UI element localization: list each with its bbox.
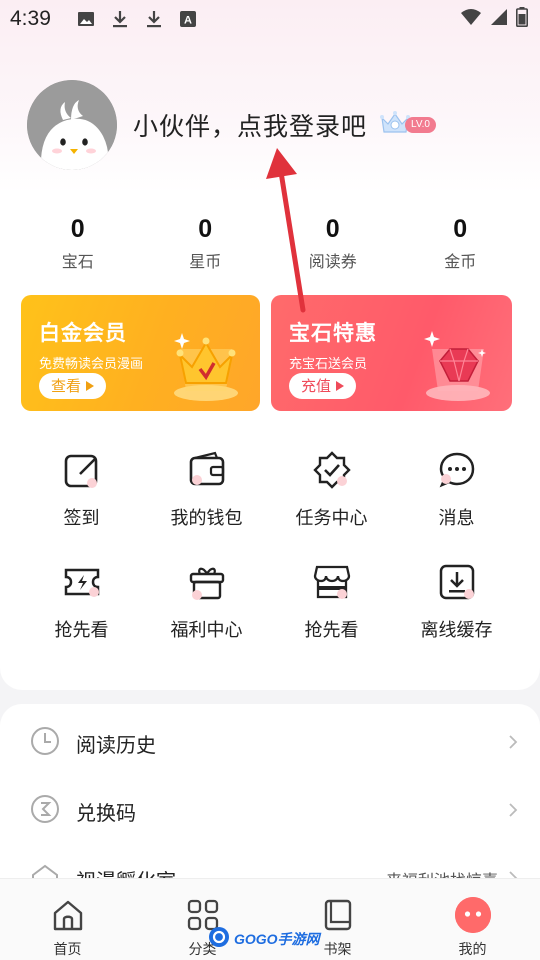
ruby-gem-icon xyxy=(418,319,498,407)
download-icon xyxy=(143,8,165,30)
gem-promo-card[interactable]: 宝石特惠 充宝石送会员 充值 xyxy=(271,295,512,411)
grid-item-label: 我的钱包 xyxy=(170,508,243,529)
vip-view-label: 查看 xyxy=(51,377,82,395)
download-box-icon xyxy=(437,562,477,602)
a-icon: A xyxy=(177,8,199,30)
grid-item-label: 抢先看 xyxy=(304,620,359,641)
level-indicator: LV.0 xyxy=(379,110,436,140)
grid-item-sign-in[interactable]: 签到 xyxy=(19,450,144,562)
tab-home[interactable]: 首页 xyxy=(0,879,135,960)
triangle-right-icon xyxy=(336,373,345,399)
gem-recharge-button[interactable]: 充值 xyxy=(289,373,357,399)
stat-value: 0 xyxy=(70,215,85,243)
stat-label: 金币 xyxy=(444,252,477,271)
chevron-right-icon xyxy=(508,799,518,823)
grid-item-task-center[interactable]: 任务中心 xyxy=(269,450,394,562)
wifi-icon xyxy=(460,7,482,31)
grid-item-label: 抢先看 xyxy=(54,620,109,641)
gem-recharge-label: 充值 xyxy=(301,377,332,395)
bookshelf-icon xyxy=(320,897,356,933)
grid-item-early-access[interactable]: 抢先看 xyxy=(19,562,144,674)
list-item-reading-history[interactable]: 阅读历史 xyxy=(0,709,540,777)
clock-icon xyxy=(30,726,60,760)
image-icon xyxy=(75,8,97,30)
grid-item-wallet[interactable]: 我的钱包 xyxy=(144,450,269,562)
feature-grid-row: 签到 我的钱包 任务中心 消息 xyxy=(0,450,540,562)
ticket-bolt-icon xyxy=(62,562,102,602)
stat-gold-coins[interactable]: 0 金币 xyxy=(397,215,525,272)
stat-gems[interactable]: 0 宝石 xyxy=(14,215,142,272)
stat-value: 0 xyxy=(198,215,213,243)
stat-star-coins[interactable]: 0 星币 xyxy=(142,215,270,272)
list-item-label: 阅读历史 xyxy=(76,732,156,757)
vip-view-button[interactable]: 查看 xyxy=(39,373,107,399)
stats-row: 0 宝石 0 星币 0 阅读券 0 金币 xyxy=(0,215,540,272)
grid-item-label: 离线缓存 xyxy=(420,620,493,641)
triangle-right-icon xyxy=(86,373,95,399)
signal-icon xyxy=(490,7,508,31)
stat-value: 0 xyxy=(325,215,340,243)
avatar[interactable] xyxy=(27,80,117,170)
coupon-icon xyxy=(30,794,60,828)
tab-label: 我的 xyxy=(458,942,487,958)
grid-item-label: 签到 xyxy=(63,508,100,529)
stat-label: 星币 xyxy=(189,252,222,271)
profile-login-area[interactable]: 小伙伴，点我登录吧 LV.0 xyxy=(27,80,436,170)
store-icon xyxy=(312,562,352,602)
chat-bubble-icon xyxy=(437,450,477,490)
stat-value: 0 xyxy=(453,215,468,243)
profile-dots-icon xyxy=(454,897,491,933)
edit-icon xyxy=(62,450,102,490)
grid-item-label: 福利中心 xyxy=(170,620,243,641)
download-icon xyxy=(109,8,131,30)
home-icon xyxy=(50,897,86,933)
watermark: GOGO手游网 xyxy=(208,926,320,952)
stat-label: 阅读券 xyxy=(308,252,357,271)
grid-item-label: 任务中心 xyxy=(295,508,368,529)
battery-icon xyxy=(516,6,528,32)
stat-reading-coupons[interactable]: 0 阅读券 xyxy=(269,215,397,272)
feature-grid: 签到 我的钱包 任务中心 消息 抢先看 福利中心 抢先看 离线缓存 xyxy=(0,450,540,674)
status-time: 4:39 xyxy=(10,7,51,30)
chevron-right-icon xyxy=(508,731,518,755)
feature-grid-row: 抢先看 福利中心 抢先看 离线缓存 xyxy=(0,562,540,674)
grid-item-early-access-store[interactable]: 抢先看 xyxy=(269,562,394,674)
vip-promo-card[interactable]: 白金会员 免费畅读会员漫画 查看 xyxy=(21,295,260,411)
tab-label: 首页 xyxy=(53,942,82,958)
wallet-icon xyxy=(187,450,227,490)
gift-icon xyxy=(187,562,227,602)
stat-label: 宝石 xyxy=(61,252,94,271)
svg-text:A: A xyxy=(184,15,192,27)
login-prompt[interactable]: 小伙伴，点我登录吧 xyxy=(133,107,367,143)
grid-item-label: 消息 xyxy=(438,508,475,529)
grid-item-welfare-center[interactable]: 福利中心 xyxy=(144,562,269,674)
gold-crown-icon xyxy=(166,319,246,407)
tab-label: 书架 xyxy=(323,942,352,958)
level-badge: LV.0 xyxy=(405,117,436,133)
gogo-logo-icon xyxy=(208,926,230,952)
list-item-redeem-code[interactable]: 兑换码 xyxy=(0,777,540,845)
list-item-label: 兑换码 xyxy=(76,800,136,825)
grid-item-offline-cache[interactable]: 离线缓存 xyxy=(394,562,519,674)
status-bar: 4:39 A xyxy=(0,0,540,38)
grid-item-messages[interactable]: 消息 xyxy=(394,450,519,562)
watermark-text: GOGO手游网 xyxy=(234,931,320,947)
tab-mine[interactable]: 我的 xyxy=(405,879,540,960)
badge-check-icon xyxy=(312,450,352,490)
